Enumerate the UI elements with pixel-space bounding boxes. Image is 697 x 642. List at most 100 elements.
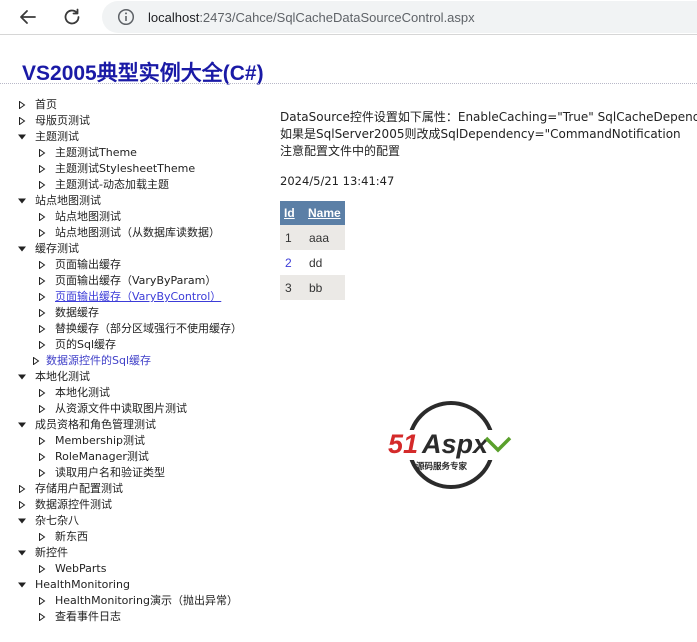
address-bar[interactable]: localhost:2473/Cahce/SqlCacheDataSourceC… xyxy=(102,1,697,33)
tree-node-label[interactable]: 替换缓存（部分区域强行不使用缓存） xyxy=(55,321,242,337)
tree-node-label[interactable]: 站点地图测试（从数据库读数据） xyxy=(55,225,220,241)
collapsed-triangle-icon[interactable] xyxy=(38,341,46,349)
tree-node-theme-stylesheet[interactable]: 主题测试StylesheetTheme xyxy=(18,161,242,177)
collapsed-triangle-icon[interactable] xyxy=(18,485,26,493)
tree-node-event-log[interactable]: 查看事件日志 xyxy=(18,609,242,625)
collapsed-triangle-icon[interactable] xyxy=(18,117,26,125)
tree-node-label[interactable]: 新东西 xyxy=(55,529,88,545)
tree-node-rolemanager[interactable]: RoleManager测试 xyxy=(18,449,242,465)
expanded-triangle-icon[interactable] xyxy=(18,133,26,141)
tree-node-label[interactable]: 页面输出缓存（VaryByParam） xyxy=(55,273,216,289)
grid-header-id[interactable]: Id xyxy=(280,201,304,225)
tree-node-theme[interactable]: 主题测试 xyxy=(18,129,242,145)
tree-node-resource-image[interactable]: 从资源文件中读取图片测试 xyxy=(18,401,242,417)
tree-node-label[interactable]: WebParts xyxy=(55,561,106,577)
collapsed-triangle-icon[interactable] xyxy=(38,149,46,157)
tree-node-health-demo[interactable]: HealthMonitoring演示（抛出异常） xyxy=(18,593,242,609)
collapsed-triangle-icon[interactable] xyxy=(38,533,46,541)
tree-node-read-username[interactable]: 读取用户名和验证类型 xyxy=(18,465,242,481)
collapsed-triangle-icon[interactable] xyxy=(38,229,46,237)
tree-node-output-cache[interactable]: 页面输出缓存 xyxy=(18,257,242,273)
tree-node-label[interactable]: 站点地图测试 xyxy=(55,209,121,225)
sort-id-link[interactable]: Id xyxy=(284,206,295,220)
tree-node-sitemap-db[interactable]: 站点地图测试（从数据库读数据） xyxy=(18,225,242,241)
tree-node-profile[interactable]: 存储用户配置测试 xyxy=(18,481,242,497)
tree-node-label-selected[interactable]: 数据源控件的Sql缓存 xyxy=(46,353,151,369)
collapsed-triangle-icon[interactable] xyxy=(38,165,46,173)
collapsed-triangle-icon[interactable] xyxy=(38,597,46,605)
tree-node-label[interactable]: 母版页测试 xyxy=(35,113,90,129)
collapsed-triangle-icon[interactable] xyxy=(38,565,46,573)
tree-node-label[interactable]: 本地化测试 xyxy=(55,385,110,401)
collapsed-triangle-icon[interactable] xyxy=(38,261,46,269)
expanded-triangle-icon[interactable] xyxy=(18,373,26,381)
expanded-triangle-icon[interactable] xyxy=(18,581,26,589)
tree-node-localization-test[interactable]: 本地化测试 xyxy=(18,385,242,401)
collapsed-triangle-icon[interactable] xyxy=(38,309,46,317)
tree-node-label[interactable]: 站点地图测试 xyxy=(35,193,101,209)
tree-node-cache[interactable]: 缓存测试 xyxy=(18,241,242,257)
expanded-triangle-icon[interactable] xyxy=(18,197,26,205)
collapsed-triangle-icon[interactable] xyxy=(38,325,46,333)
tree-node-health-monitoring[interactable]: HealthMonitoring xyxy=(18,577,242,593)
grid-header-name[interactable]: Name xyxy=(304,201,345,225)
collapsed-triangle-icon[interactable] xyxy=(32,357,40,365)
tree-node-theme-dynamic[interactable]: 主题测试-动态加载主题 xyxy=(18,177,242,193)
tree-node-label[interactable]: 数据源控件测试 xyxy=(35,497,112,513)
tree-node-label[interactable]: 本地化测试 xyxy=(35,369,90,385)
tree-node-webparts[interactable]: WebParts xyxy=(18,561,242,577)
reload-icon[interactable] xyxy=(61,6,83,28)
tree-node-label[interactable]: 主题测试Theme xyxy=(55,145,137,161)
tree-node-sitemap[interactable]: 站点地图测试 xyxy=(18,193,242,209)
tree-node-page-sql-cache[interactable]: 页的Sql缓存 xyxy=(18,337,242,353)
collapsed-triangle-icon[interactable] xyxy=(38,277,46,285)
tree-node-label[interactable]: 主题测试StylesheetTheme xyxy=(55,161,195,177)
collapsed-triangle-icon[interactable] xyxy=(38,293,46,301)
tree-node-label[interactable]: 页面输出缓存 xyxy=(55,257,121,273)
tree-node-new-stuff[interactable]: 新东西 xyxy=(18,529,242,545)
tree-node-label[interactable]: HealthMonitoring xyxy=(35,577,130,593)
tree-node-theme-theme[interactable]: 主题测试Theme xyxy=(18,145,242,161)
tree-node-label[interactable]: 杂七杂八 xyxy=(35,513,79,529)
back-arrow-icon[interactable] xyxy=(17,6,39,28)
tree-node-datasource-test[interactable]: 数据源控件测试 xyxy=(18,497,242,513)
site-info-icon[interactable] xyxy=(117,8,135,26)
tree-node-label[interactable]: 首页 xyxy=(35,97,57,113)
tree-node-output-cache-param[interactable]: 页面输出缓存（VaryByParam） xyxy=(18,273,242,289)
collapsed-triangle-icon[interactable] xyxy=(38,405,46,413)
tree-node-membership-roles[interactable]: 成员资格和角色管理测试 xyxy=(18,417,242,433)
tree-node-label[interactable]: Membership测试 xyxy=(55,433,145,449)
tree-node-label[interactable]: 数据缓存 xyxy=(55,305,99,321)
collapsed-triangle-icon[interactable] xyxy=(38,181,46,189)
tree-node-label[interactable]: 主题测试 xyxy=(35,129,79,145)
tree-node-datasource-sql-cache[interactable]: 数据源控件的Sql缓存 xyxy=(18,353,242,369)
collapsed-triangle-icon[interactable] xyxy=(38,437,46,445)
tree-node-label[interactable]: 页的Sql缓存 xyxy=(55,337,116,353)
collapsed-triangle-icon[interactable] xyxy=(38,613,46,621)
expanded-triangle-icon[interactable] xyxy=(18,549,26,557)
collapsed-triangle-icon[interactable] xyxy=(38,389,46,397)
tree-node-master-page[interactable]: 母版页测试 xyxy=(18,113,242,129)
expanded-triangle-icon[interactable] xyxy=(18,421,26,429)
collapsed-triangle-icon[interactable] xyxy=(38,453,46,461)
tree-node-new-controls[interactable]: 新控件 xyxy=(18,545,242,561)
tree-node-sitemap-test[interactable]: 站点地图测试 xyxy=(18,209,242,225)
collapsed-triangle-icon[interactable] xyxy=(18,501,26,509)
tree-node-label[interactable]: 新控件 xyxy=(35,545,68,561)
tree-node-label[interactable]: 主题测试-动态加载主题 xyxy=(55,177,169,193)
tree-node-label[interactable]: 从资源文件中读取图片测试 xyxy=(55,401,187,417)
tree-node-membership[interactable]: Membership测试 xyxy=(18,433,242,449)
tree-node-substitution-cache[interactable]: 替换缓存（部分区域强行不使用缓存） xyxy=(18,321,242,337)
expanded-triangle-icon[interactable] xyxy=(18,245,26,253)
tree-node-misc[interactable]: 杂七杂八 xyxy=(18,513,242,529)
collapsed-triangle-icon[interactable] xyxy=(38,213,46,221)
collapsed-triangle-icon[interactable] xyxy=(38,469,46,477)
expanded-triangle-icon[interactable] xyxy=(18,517,26,525)
tree-node-label[interactable]: 查看事件日志 xyxy=(55,609,121,625)
tree-node-label[interactable]: 读取用户名和验证类型 xyxy=(55,465,165,481)
tree-node-label[interactable]: 缓存测试 xyxy=(35,241,79,257)
tree-node-home[interactable]: 首页 xyxy=(18,97,242,113)
tree-node-data-cache[interactable]: 数据缓存 xyxy=(18,305,242,321)
tree-node-label[interactable]: RoleManager测试 xyxy=(55,449,149,465)
collapsed-triangle-icon[interactable] xyxy=(18,101,26,109)
